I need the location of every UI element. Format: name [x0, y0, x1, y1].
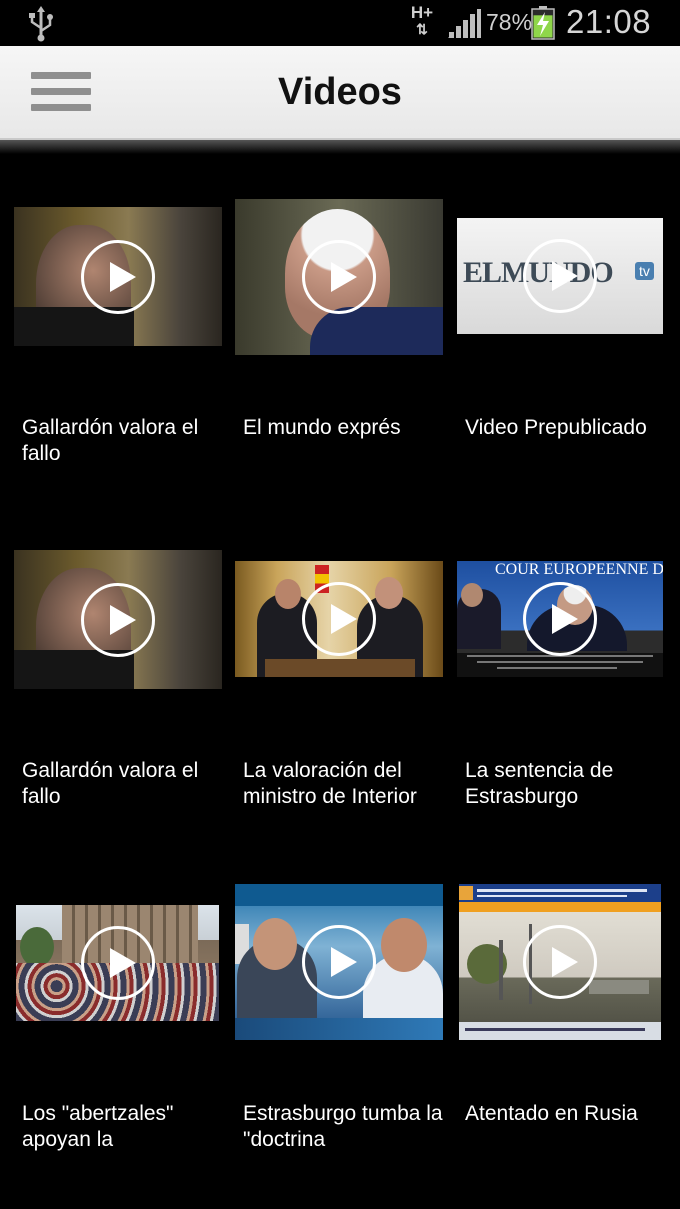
- network-type: H+ ⇅: [408, 4, 436, 42]
- video-title: Gallardón valora el fallo: [22, 416, 199, 465]
- play-icon: [523, 582, 597, 656]
- video-title: Gallardón valora el fallo: [22, 759, 199, 808]
- video-thumbnail[interactable]: [235, 884, 443, 1040]
- play-icon: [81, 582, 155, 657]
- signal-icon: [448, 9, 481, 38]
- video-title: Atentado en Rusia: [465, 1102, 638, 1125]
- usb-icon: [29, 6, 53, 42]
- play-icon: [523, 925, 597, 999]
- video-title: Video Prepublicado: [465, 416, 647, 439]
- battery-charging-icon: [531, 6, 555, 40]
- play-icon: [302, 925, 376, 999]
- page-title: Videos: [278, 71, 402, 113]
- video-thumbnail[interactable]: [14, 207, 222, 346]
- network-label: H+: [410, 3, 434, 22]
- app-bar-shadow: [0, 140, 680, 154]
- video-title: Estrasburgo tumba la "doctrina: [243, 1102, 443, 1151]
- battery-percent: 78%: [486, 9, 533, 35]
- video-thumbnail[interactable]: [14, 550, 222, 689]
- app-bar: Videos: [0, 46, 680, 140]
- video-thumbnail[interactable]: [235, 199, 443, 355]
- video-thumbnail[interactable]: [235, 561, 443, 677]
- status-bar: H+ ⇅ 78% 21:08: [0, 0, 680, 46]
- video-thumbnail[interactable]: [16, 905, 219, 1021]
- video-title: La sentencia de Estrasburgo: [465, 759, 614, 808]
- thumbnail-logo-badge: tv: [635, 262, 654, 280]
- clock: 21:08: [566, 3, 652, 40]
- video-title: Los "abertzales" apoyan la: [22, 1102, 174, 1151]
- network-arrows-icon: ⇅: [416, 21, 428, 37]
- video-title: La valoración del ministro de Interior: [243, 759, 417, 808]
- video-thumbnail[interactable]: COUR EUROPEENNE DE: [457, 561, 663, 677]
- video-thumbnail[interactable]: ELMUNDO tv: [457, 218, 663, 334]
- thumbnail-banner-text: COUR EUROPEENNE DE: [495, 561, 663, 578]
- play-icon: [302, 240, 376, 314]
- video-title: El mundo exprés: [243, 416, 401, 439]
- play-icon: [80, 926, 155, 1000]
- play-icon: [523, 239, 597, 313]
- play-icon: [302, 582, 376, 656]
- play-icon: [81, 239, 155, 314]
- video-thumbnail[interactable]: [459, 884, 661, 1040]
